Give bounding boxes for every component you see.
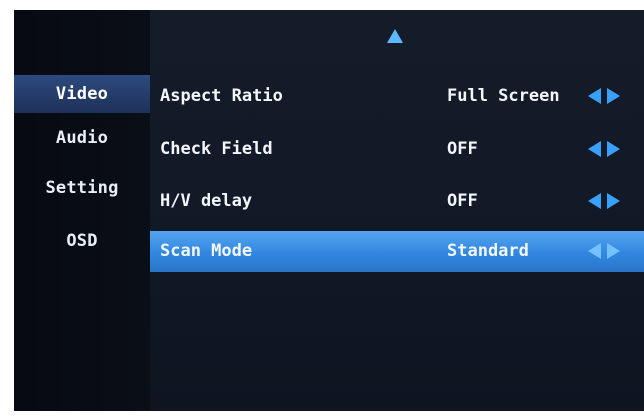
- osd-screen: Video Audio Setting OSD Aspect Ratio Ful…: [0, 0, 644, 419]
- row-label: Aspect Ratio: [160, 86, 283, 106]
- row-value: Standard: [447, 241, 529, 261]
- triangle-up-icon[interactable]: [387, 29, 403, 43]
- sidebar-item-video[interactable]: Video: [14, 75, 150, 113]
- left-right-arrows-icon[interactable]: [588, 88, 620, 104]
- left-right-arrows-icon[interactable]: [588, 243, 620, 259]
- menu-row-check-field[interactable]: Check Field OFF: [150, 129, 644, 169]
- left-right-arrows-icon[interactable]: [588, 141, 620, 157]
- row-label: Check Field: [160, 139, 273, 159]
- row-label: H/V delay: [160, 191, 253, 211]
- row-label: Scan Mode: [160, 241, 253, 261]
- left-right-arrows-icon[interactable]: [588, 193, 620, 209]
- sidebar-item-audio[interactable]: Audio: [14, 121, 150, 155]
- menu-row-aspect-ratio[interactable]: Aspect Ratio Full Screen: [150, 76, 644, 116]
- row-value: OFF: [447, 139, 478, 159]
- row-value: OFF: [447, 191, 478, 211]
- menu-row-hv-delay[interactable]: H/V delay OFF: [150, 181, 644, 221]
- sidebar-item-setting[interactable]: Setting: [14, 171, 150, 205]
- osd-sidebar: [14, 10, 150, 411]
- osd-panel: Video Audio Setting OSD Aspect Ratio Ful…: [14, 10, 644, 411]
- sidebar-item-osd[interactable]: OSD: [14, 224, 150, 258]
- row-value: Full Screen: [447, 86, 560, 106]
- menu-row-scan-mode[interactable]: Scan Mode Standard: [150, 231, 644, 272]
